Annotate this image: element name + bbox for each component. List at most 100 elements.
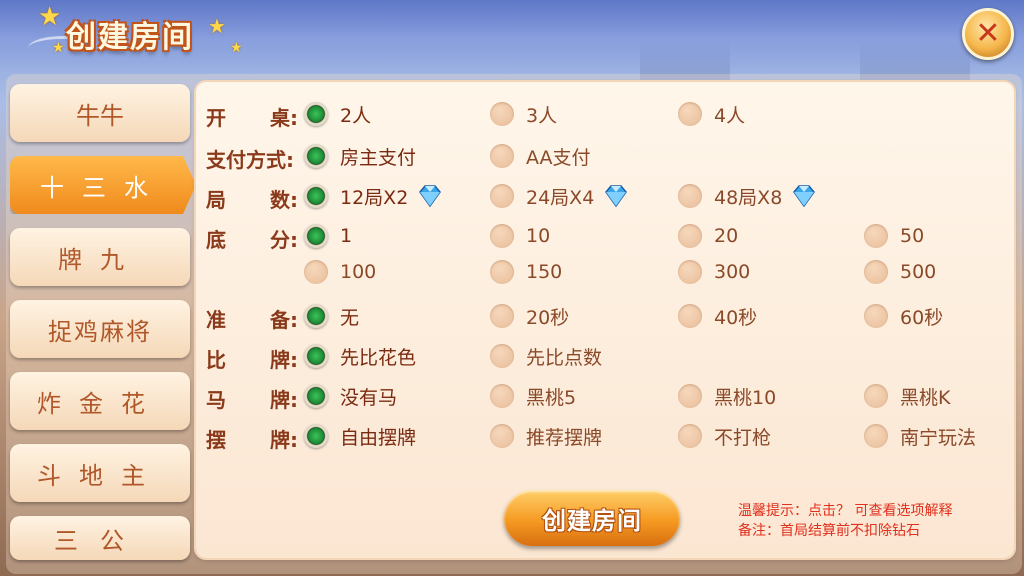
radio[interactable] [678,304,702,328]
star-icon: ★ [38,2,62,32]
tab-paijiu[interactable]: 牌九 [10,228,190,286]
option-ready-20[interactable]: 20秒 [490,302,569,330]
radio[interactable] [490,224,514,248]
option-rounds-12[interactable]: 12局X2 [304,182,444,210]
radio-selected[interactable] [304,184,328,208]
radio[interactable] [864,260,888,284]
tab-doudizhu[interactable]: 斗地主 [10,444,190,502]
option-score-500[interactable]: 500 [864,258,936,286]
star-icon: ★ [208,14,226,38]
label-part: 准 [206,308,226,332]
option-rounds-24[interactable]: 24局X4 [490,182,630,210]
radio[interactable] [490,184,514,208]
diamond-icon [416,184,444,208]
page-title: 创建房间 [66,20,194,55]
label-part: 底 [206,228,226,252]
radio[interactable] [490,102,514,126]
radio-selected[interactable] [304,384,328,408]
tab-zhuoji-mahjong[interactable]: 捉鸡麻将 [10,300,190,358]
radio-selected[interactable] [304,424,328,448]
option-label: 40秒 [714,306,758,329]
option-score-100[interactable]: 100 [304,258,376,286]
option-label: 100 [340,261,377,283]
option-label: 没有马 [340,386,398,409]
label-part: 数: [270,188,298,212]
radio[interactable] [678,184,702,208]
option-arrange-free[interactable]: 自由摆牌 [304,422,416,450]
label-part: 摆 [206,428,226,452]
option-label: 50 [900,225,925,247]
close-button[interactable]: ✕ [962,8,1014,60]
radio[interactable] [678,102,702,126]
radio-selected[interactable] [304,102,328,126]
option-label: 黑桃K [900,386,951,409]
option-score-150[interactable]: 150 [490,258,562,286]
option-label: 500 [900,261,937,283]
option-arrange-nanning[interactable]: 南宁玩法 [864,422,976,450]
radio[interactable] [864,384,888,408]
option-score-10[interactable]: 10 [490,222,550,250]
option-table-2[interactable]: 2人 [304,100,371,128]
radio[interactable] [490,344,514,368]
radio[interactable] [864,224,888,248]
option-rounds-48[interactable]: 48局X8 [678,182,818,210]
option-arrange-recommended[interactable]: 推荐摆牌 [490,422,602,450]
label-part: 比 [206,348,226,372]
radio[interactable] [678,260,702,284]
option-horse-spadek[interactable]: 黑桃K [864,382,950,410]
label-rounds: 局 数: [206,184,298,213]
tab-label: 牛牛 [76,101,124,130]
option-label: 2人 [340,104,372,127]
label-part: 桌: [270,106,298,130]
label-part: 牌: [270,388,298,412]
label-horse-card: 马 牌: [206,384,298,413]
option-score-20[interactable]: 20 [678,222,738,250]
radio[interactable] [678,384,702,408]
option-compare-points[interactable]: 先比点数 [490,342,602,370]
option-score-300[interactable]: 300 [678,258,750,286]
radio[interactable] [678,224,702,248]
radio[interactable] [490,304,514,328]
option-pay-owner[interactable]: 房主支付 [304,142,416,170]
option-ready-60[interactable]: 60秒 [864,302,943,330]
radio[interactable] [864,424,888,448]
radio-selected[interactable] [304,144,328,168]
option-horse-spade5[interactable]: 黑桃5 [490,382,576,410]
option-label: 自由摆牌 [340,426,417,449]
radio[interactable] [864,304,888,328]
option-label: 60秒 [900,306,944,329]
option-pay-aa[interactable]: AA支付 [490,142,591,170]
option-table-3[interactable]: 3人 [490,100,557,128]
radio-selected[interactable] [304,304,328,328]
option-score-1[interactable]: 1 [304,222,352,250]
diamond-icon [790,184,818,208]
option-label: 黑桃5 [526,386,577,409]
option-score-50[interactable]: 50 [864,222,924,250]
option-ready-40[interactable]: 40秒 [678,302,757,330]
option-horse-spade10[interactable]: 黑桃10 [678,382,776,410]
option-arrange-no-gun[interactable]: 不打枪 [678,422,771,450]
tab-label: 斗地主 [37,461,163,490]
radio[interactable] [490,424,514,448]
radio-selected[interactable] [304,344,328,368]
title-banner: ★ ★ ★ ★ 创建房间 [28,2,268,66]
option-compare-suit[interactable]: 先比花色 [304,342,416,370]
label-payment: 支付方式: [206,144,298,173]
option-label: 20 [714,225,739,247]
option-table-4[interactable]: 4人 [678,100,745,128]
label-part: 开 [206,106,226,130]
create-room-button[interactable]: 创建房间 [504,490,680,546]
radio[interactable] [304,260,328,284]
option-ready-none[interactable]: 无 [304,302,359,330]
tab-sangong[interactable]: 三公 [10,516,190,560]
tab-niuniu[interactable]: 牛牛 [10,84,190,142]
radio-selected[interactable] [304,224,328,248]
radio[interactable] [678,424,702,448]
radio[interactable] [490,260,514,284]
star-icon: ★ [52,40,65,56]
radio[interactable] [490,384,514,408]
radio[interactable] [490,144,514,168]
tab-shisanshui[interactable]: 十三水 [10,156,196,214]
option-horse-none[interactable]: 没有马 [304,382,397,410]
tab-zhajinhua[interactable]: 炸金花 [10,372,190,430]
